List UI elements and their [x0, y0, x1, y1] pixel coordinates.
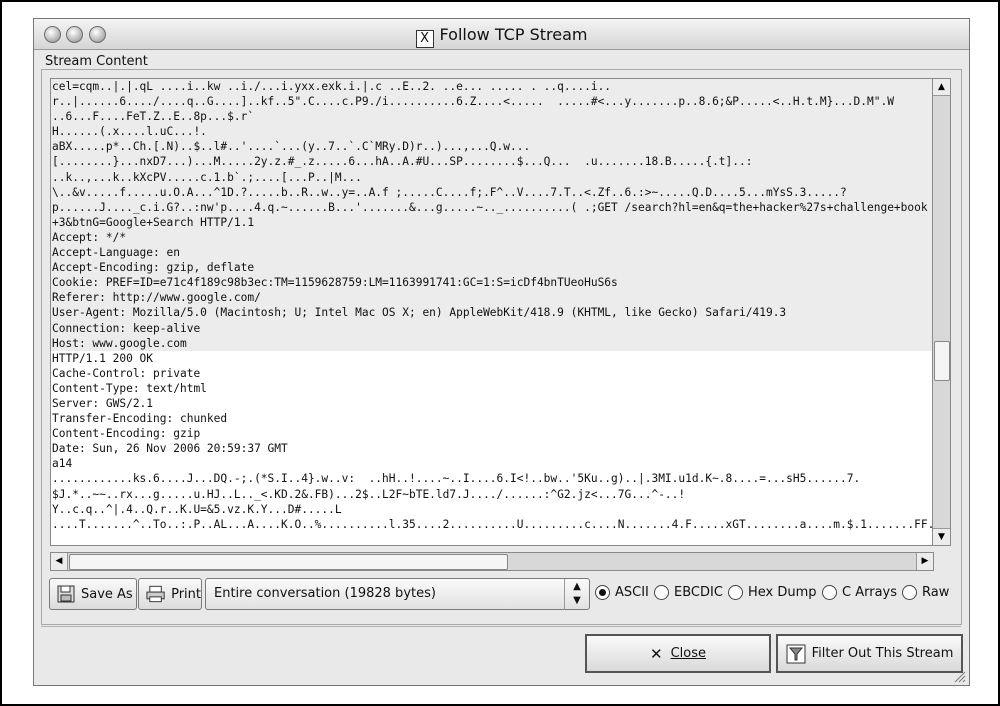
stream-line: Content-Type: text/html [52, 381, 207, 395]
stream-line: Accept-Language: en [51, 245, 933, 261]
radio-c-arrays-dot[interactable] [822, 585, 837, 600]
stream-line: Host: www.google.com [51, 335, 933, 351]
horizontal-scroll-thumb[interactable] [69, 554, 508, 570]
stream-line: r..|......6..../....q..G....]..kf..5".C.… [51, 94, 933, 110]
stream-line: \..&v.....f.....u.O.A...^1D.?.....b..R..… [51, 184, 933, 200]
save-as-button[interactable]: Save As [49, 578, 137, 610]
stream-content-label: Stream Content [45, 54, 148, 69]
stream-line: a14 [52, 457, 73, 471]
window-title-text: Follow TCP Stream [439, 25, 588, 44]
close-x-icon: ✕ [650, 644, 663, 663]
radio-raw-dot[interactable] [902, 585, 917, 600]
conversation-select[interactable]: Entire conversation (19828 bytes) ▲ ▼ [205, 578, 590, 610]
filter-icon [786, 644, 806, 663]
radio-ascii[interactable]: ASCII [595, 585, 649, 600]
stream-line: +3&btnG=Google+Search HTTP/1.1 [51, 214, 933, 230]
stream-line: $J.*..~~..rx...g.....u.HJ..L.._<.KD.2&.F… [52, 487, 686, 501]
stream-line: aBX.....p*..Ch.[.N)..$..l#..'....`...(y.… [51, 139, 933, 155]
radio-ascii-label: ASCII [615, 585, 649, 600]
stream-line: Connection: keep-alive [51, 320, 933, 336]
scroll-down-button[interactable]: ▼ [933, 528, 950, 545]
window-title: X Follow TCP Stream [34, 25, 969, 48]
horizontal-scrollbar[interactable]: ◀ ▶ [50, 552, 934, 571]
stream-line: Date: Sun, 26 Nov 2006 20:59:37 GMT [52, 442, 288, 456]
radio-ebcdic[interactable]: EBCDIC [654, 585, 723, 600]
radio-ascii-dot[interactable] [595, 585, 610, 600]
scroll-left-button[interactable]: ◀ [51, 553, 68, 570]
radio-raw-label: Raw [922, 585, 950, 600]
stream-content-text[interactable]: cel=cqm..|.|.qL ....i..kw ..i./...i.yxx.… [50, 78, 934, 546]
stream-line: Cache-Control: private [52, 366, 201, 380]
stream-line: Accept: */* [51, 229, 933, 246]
conversation-select-value: Entire conversation (19828 bytes) [214, 586, 436, 601]
stream-line: cel=cqm..|.|.qL ....i..kw ..i./...i.yxx.… [51, 79, 933, 95]
radio-hex-dump-label: Hex Dump [748, 585, 817, 600]
filter-out-label: Filter Out This Stream [811, 646, 954, 661]
stream-line: ....T.......^..To..:.P..AL...A....K.O..%… [52, 517, 934, 531]
stream-line: Content-Encoding: gzip [52, 427, 201, 441]
close-label: Close [670, 646, 706, 661]
print-label: Print [171, 586, 201, 602]
updown-arrow-icon: ▲ ▼ [564, 579, 589, 610]
x11-icon: X [415, 30, 434, 48]
radio-raw[interactable]: Raw [902, 585, 949, 600]
print-button[interactable]: Print [138, 578, 202, 610]
radio-ebcdic-label: EBCDIC [674, 585, 723, 600]
stream-line: Referer: http://www.google.com/ [51, 290, 933, 306]
stream-line: Y..c.q..^|.4..Q.r..K.U=&5.vz.K.Y...D#...… [52, 502, 342, 516]
vertical-scrollbar[interactable]: ▲ ▼ [932, 78, 951, 546]
stream-line: Server: GWS/2.1 [52, 396, 154, 410]
scroll-right-button[interactable]: ▶ [916, 553, 933, 570]
follow-tcp-stream-window: X Follow TCP Stream Stream Content cel=cq… [33, 18, 970, 686]
title-bar[interactable]: X Follow TCP Stream [34, 19, 969, 50]
printer-icon [146, 585, 165, 603]
stream-line: User-Agent: Mozilla/5.0 (Macintosh; U; I… [51, 305, 933, 321]
radio-c-arrays[interactable]: C Arrays [822, 585, 897, 600]
close-button[interactable]: ✕ Close [585, 634, 771, 673]
stream-line: Transfer-Encoding: chunked [52, 412, 228, 426]
stream-line: HTTP/1.1 200 OK [52, 351, 154, 365]
filter-out-stream-button[interactable]: Filter Out This Stream [776, 634, 963, 673]
stream-line: Accept-Encoding: gzip, deflate [51, 260, 933, 276]
save-as-label: Save As [81, 586, 133, 602]
radio-ebcdic-dot[interactable] [654, 585, 669, 600]
stream-line: ..k..,...k..kXcPV.....c.1.b`.;....[...P.… [51, 169, 933, 185]
separator [41, 626, 961, 627]
stream-line: H......(.x....l.uC...!. [51, 124, 933, 140]
stream-line: ..6...F....FeT.Z..E..8p...$.r` [51, 109, 933, 125]
vertical-scroll-thumb[interactable] [934, 341, 950, 381]
scroll-up-button[interactable]: ▲ [933, 79, 950, 96]
stream-line: p......J...._c.i.G?..:nw'p....4.q.~.....… [51, 199, 933, 215]
floppy-disk-icon [57, 585, 75, 603]
stream-line: ............ks.6....J...DQ.-;.(*S.I..4}.… [52, 472, 861, 486]
radio-hex-dump[interactable]: Hex Dump [728, 585, 817, 600]
radio-hex-dump-dot[interactable] [728, 585, 743, 600]
radio-c-arrays-label: C Arrays [842, 585, 897, 600]
stream-line: Cookie: PREF=ID=e71c4f189c98b3ec:TM=1159… [51, 275, 933, 291]
resize-grip-icon[interactable] [952, 669, 966, 683]
stream-line: [........}...nxD7...)...M.....2y.z.#_.z.… [51, 154, 933, 170]
